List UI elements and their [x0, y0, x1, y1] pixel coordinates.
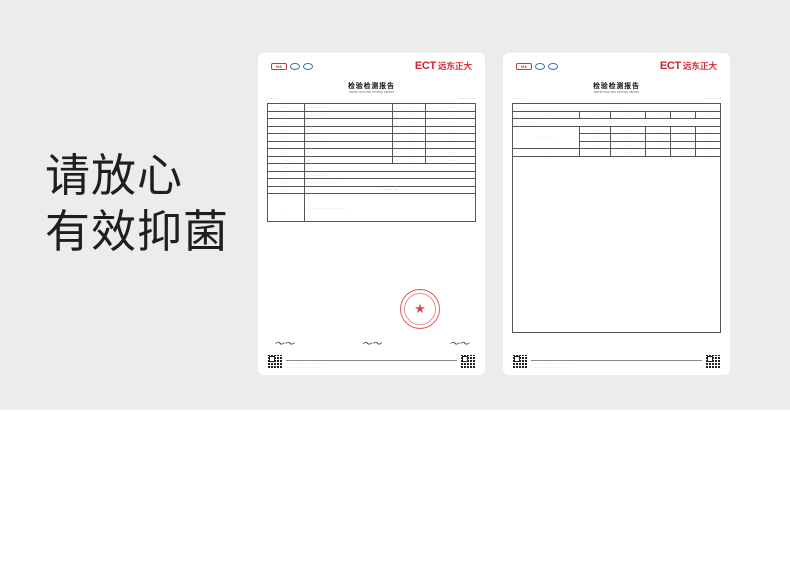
report-subtitle: INSPECTION AND TESTING REPORT: [348, 91, 395, 94]
certification-logos: MA: [271, 63, 313, 70]
cnas-logo-4: [548, 63, 558, 70]
report-header-2: MA ECT 远东正大: [512, 59, 721, 75]
report-title-2: 检验检测报告: [593, 82, 640, 90]
headline-line-1: 请放心: [45, 149, 184, 202]
cma-logo-2: MA: [516, 63, 532, 70]
headline-line-2: 有效抑菌: [45, 205, 230, 258]
brand-logo: ECT 远东正大: [414, 60, 472, 72]
cnas-logo-3: [535, 63, 545, 70]
report-title: 检验检测报告: [348, 82, 395, 90]
cnas-logo-2: [303, 63, 313, 70]
report-meta-2: · · · · · · · · · · · · · ·: [512, 97, 721, 101]
results-table: · · · · · · · · · · · · · · · · · · · · · · ·…: [512, 103, 721, 157]
qr-code-icon-3: [513, 355, 527, 369]
cnas-logo: [290, 63, 300, 70]
blank-area: [512, 156, 721, 333]
signature-1: 〜〜: [274, 339, 294, 350]
signature-3: 〜〜: [449, 339, 469, 350]
report-subtitle-2: INSPECTION AND TESTING REPORT: [593, 91, 640, 94]
headline: 请放心 有效抑菌: [45, 148, 229, 260]
report-footer-2: · · · · · · · · · · · · · · · · · · · · …: [513, 355, 720, 369]
signatures: 〜〜 〜〜 〜〜: [274, 335, 469, 350]
report-header: MA ECT 远东正大: [267, 59, 476, 75]
test-report-page-2: MA ECT 远东正大 检验检测报告 INSPECTION AND TESTIN…: [503, 53, 730, 375]
signature-2: 〜〜: [361, 339, 382, 350]
certification-logos-2: MA: [516, 63, 558, 70]
brand-logo-2: ECT 远东正大: [659, 60, 717, 72]
test-report-page-1: MA ECT 远东正大 检验检测报告 INSPECTION AND TESTIN…: [258, 53, 485, 375]
qr-code-icon-2: [461, 355, 475, 369]
qr-code-icon: [268, 355, 282, 369]
report-footer: · · · · · · · · · · · · · · · · · · · · …: [268, 355, 475, 369]
official-seal-icon: ★: [400, 289, 440, 329]
report-meta: · · · · · · · · · · · · · ·: [267, 97, 476, 101]
cma-logo: MA: [271, 63, 287, 70]
report-table: · · · · · · · · · · · · · · · · · · · · · ·…: [266, 103, 476, 222]
qr-code-icon-4: [706, 355, 720, 369]
